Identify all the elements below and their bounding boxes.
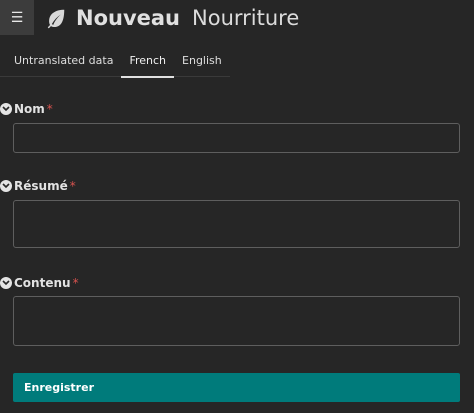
tab-untranslated-data[interactable]: Untranslated data	[0, 46, 122, 77]
chevron-down-icon[interactable]	[0, 277, 12, 289]
language-tabs: Untranslated data French English	[0, 46, 230, 78]
nom-field-label: Nom *	[0, 102, 53, 116]
resume-field-label: Résumé *	[0, 179, 76, 193]
chevron-down-icon[interactable]	[0, 103, 12, 115]
required-mark: *	[72, 276, 79, 290]
resume-textarea[interactable]	[13, 200, 460, 248]
page: ☰ Nouveau Nourriture Untranslated data F…	[0, 0, 474, 413]
tab-french[interactable]: French	[121, 46, 175, 78]
save-button[interactable]: Enregistrer	[13, 373, 460, 402]
nom-input[interactable]	[13, 123, 460, 153]
page-subtitle: Nourriture	[192, 6, 300, 30]
required-mark: *	[46, 102, 53, 116]
nom-label-text: Nom	[14, 102, 45, 116]
page-title: Nouveau	[76, 6, 181, 30]
leaf-icon	[45, 7, 67, 29]
contenu-field-label: Contenu *	[0, 276, 79, 290]
hamburger-icon: ☰	[10, 9, 24, 26]
menu-button[interactable]: ☰	[0, 0, 34, 35]
contenu-textarea[interactable]	[13, 296, 460, 346]
chevron-down-icon[interactable]	[0, 180, 12, 192]
page-header: Nouveau Nourriture	[45, 2, 299, 34]
required-mark: *	[69, 179, 76, 193]
tab-english[interactable]: English	[174, 46, 230, 77]
contenu-label-text: Contenu	[14, 276, 71, 290]
resume-label-text: Résumé	[14, 179, 68, 193]
